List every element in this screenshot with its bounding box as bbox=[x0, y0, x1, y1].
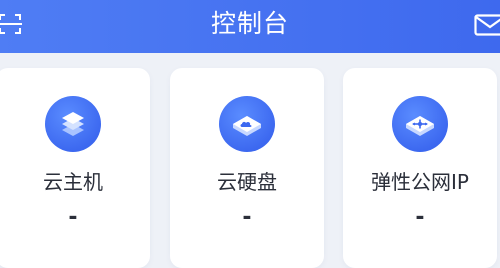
card-value: - bbox=[343, 205, 497, 231]
card-value: - bbox=[0, 205, 150, 231]
mail-icon[interactable] bbox=[474, 14, 500, 36]
cloud-host-card[interactable]: 云主机 - bbox=[0, 68, 150, 268]
page-title: 控制台 bbox=[0, 7, 500, 41]
cloud-disk-card[interactable]: 云硬盘 - bbox=[170, 68, 324, 268]
cloud-disk-icon bbox=[219, 96, 275, 152]
top-header: 控制台 bbox=[0, 0, 500, 53]
elastic-ip-icon bbox=[392, 96, 448, 152]
card-label: 弹性公网IP bbox=[343, 169, 497, 195]
server-stack-icon bbox=[45, 96, 101, 152]
card-label: 云硬盘 bbox=[170, 169, 324, 195]
card-label: 云主机 bbox=[0, 169, 150, 195]
card-value: - bbox=[170, 205, 324, 231]
elastic-ip-card[interactable]: 弹性公网IP - bbox=[343, 68, 497, 268]
